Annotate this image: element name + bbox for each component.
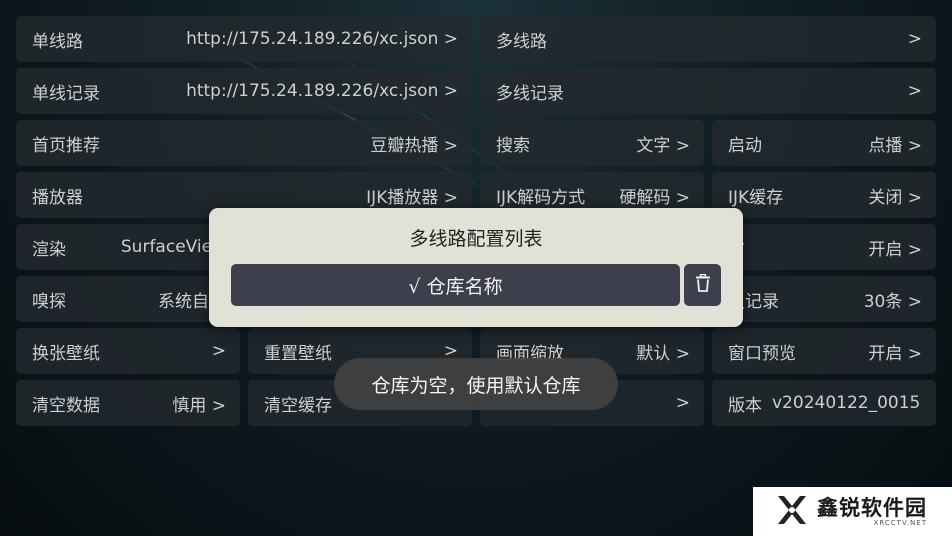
setting-label: 启动 [728,135,762,156]
setting-label: 首页推荐 [32,135,100,156]
setting-window-preview[interactable]: 窗口预览 开启 > [712,328,936,374]
setting-single-source[interactable]: 单线路 http://175.24.189.226/xc.json > [16,16,472,62]
delete-repo-button[interactable] [684,264,721,306]
setting-clear-data[interactable]: 清空数据 慎用 > [16,380,240,426]
setting-value: > [907,81,922,101]
dialog-title: 多线路配置列表 [409,228,543,250]
setting-single-history[interactable]: 单线记录 http://175.24.189.226/xc.json > [16,68,472,114]
setting-value: > [211,341,226,361]
setting-label: IJK解码方式 [496,187,586,208]
setting-label: IJK缓存 [728,187,784,208]
setting-value: http://175.24.189.226/xc.json > [186,29,458,49]
setting-value: http://175.24.189.226/xc.json > [186,81,458,101]
setting-startup[interactable]: 启动 点播 > [712,120,936,166]
setting-change-wallpaper[interactable]: 换张壁纸 > [16,328,240,374]
trash-icon [695,273,711,296]
x-logo-icon [775,493,809,531]
setting-label: 换张壁纸 [32,343,100,364]
setting-value: 关闭 > [868,187,922,208]
watermark-sub: XRCCTV.NET [873,518,927,527]
toast-message: 仓库为空，使用默认仓库 [334,358,618,410]
setting-label: 多线记录 [496,83,564,104]
setting-label: 嗅探 [32,291,66,312]
setting-search[interactable]: 搜索 文字 > [480,120,704,166]
setting-label: 版本 [728,395,762,416]
setting-label: 清空数据 [32,395,100,416]
setting-value: 硬解码 > [619,187,690,208]
setting-value: 开启 > [868,343,922,364]
setting-value: 文字 > [636,135,690,156]
setting-label: 单线记录 [32,83,100,104]
setting-label: 重置壁纸 [264,343,332,364]
setting-value: > [907,29,922,49]
setting-label: 单线路 [32,31,83,52]
setting-label: 多线路 [496,31,547,52]
setting-value: 慎用 > [172,395,226,416]
setting-value: 默认 > [636,343,690,364]
setting-history-count[interactable]: 史记录 30条 > [712,276,936,322]
setting-home-recommend[interactable]: 首页推荐 豆瓣热播 > [16,120,472,166]
setting-value: v20240122_0015 > [772,393,922,413]
watermark-brand: 鑫锐软件园 [817,495,927,520]
setting-value: > [675,393,690,413]
setting-label: 清空缓存 [264,395,332,416]
multi-source-dialog: 多线路配置列表 √ 仓库名称 [209,208,743,327]
setting-multi-source[interactable]: 多线路 > [480,16,936,62]
setting-ijk-cache[interactable]: IJK缓存 关闭 > [712,172,936,218]
setting-label: 播放器 [32,187,83,208]
setting-label: 搜索 [496,135,530,156]
setting-label: 窗口预览 [728,343,796,364]
setting-value: 点播 > [868,135,922,156]
setting-value: IJK播放器 > [366,187,458,208]
setting-label: 渲染 [32,239,66,260]
setting-value: 30条 > [863,291,922,312]
repo-list-item[interactable]: √ 仓库名称 [231,264,680,306]
setting-value: 开启 > [868,239,922,260]
setting-version[interactable]: 版本 v20240122_0015 > [712,380,936,426]
setting-ad[interactable]: 广 开启 > [712,224,936,270]
setting-multi-history[interactable]: 多线记录 > [480,68,936,114]
setting-sniff[interactable]: 嗅探 系统自带 [16,276,240,322]
setting-render[interactable]: 渲染 SurfaceView [16,224,240,270]
setting-value: 豆瓣热播 > [370,135,458,156]
watermark: 鑫锐软件园 XRCCTV.NET [753,487,952,536]
